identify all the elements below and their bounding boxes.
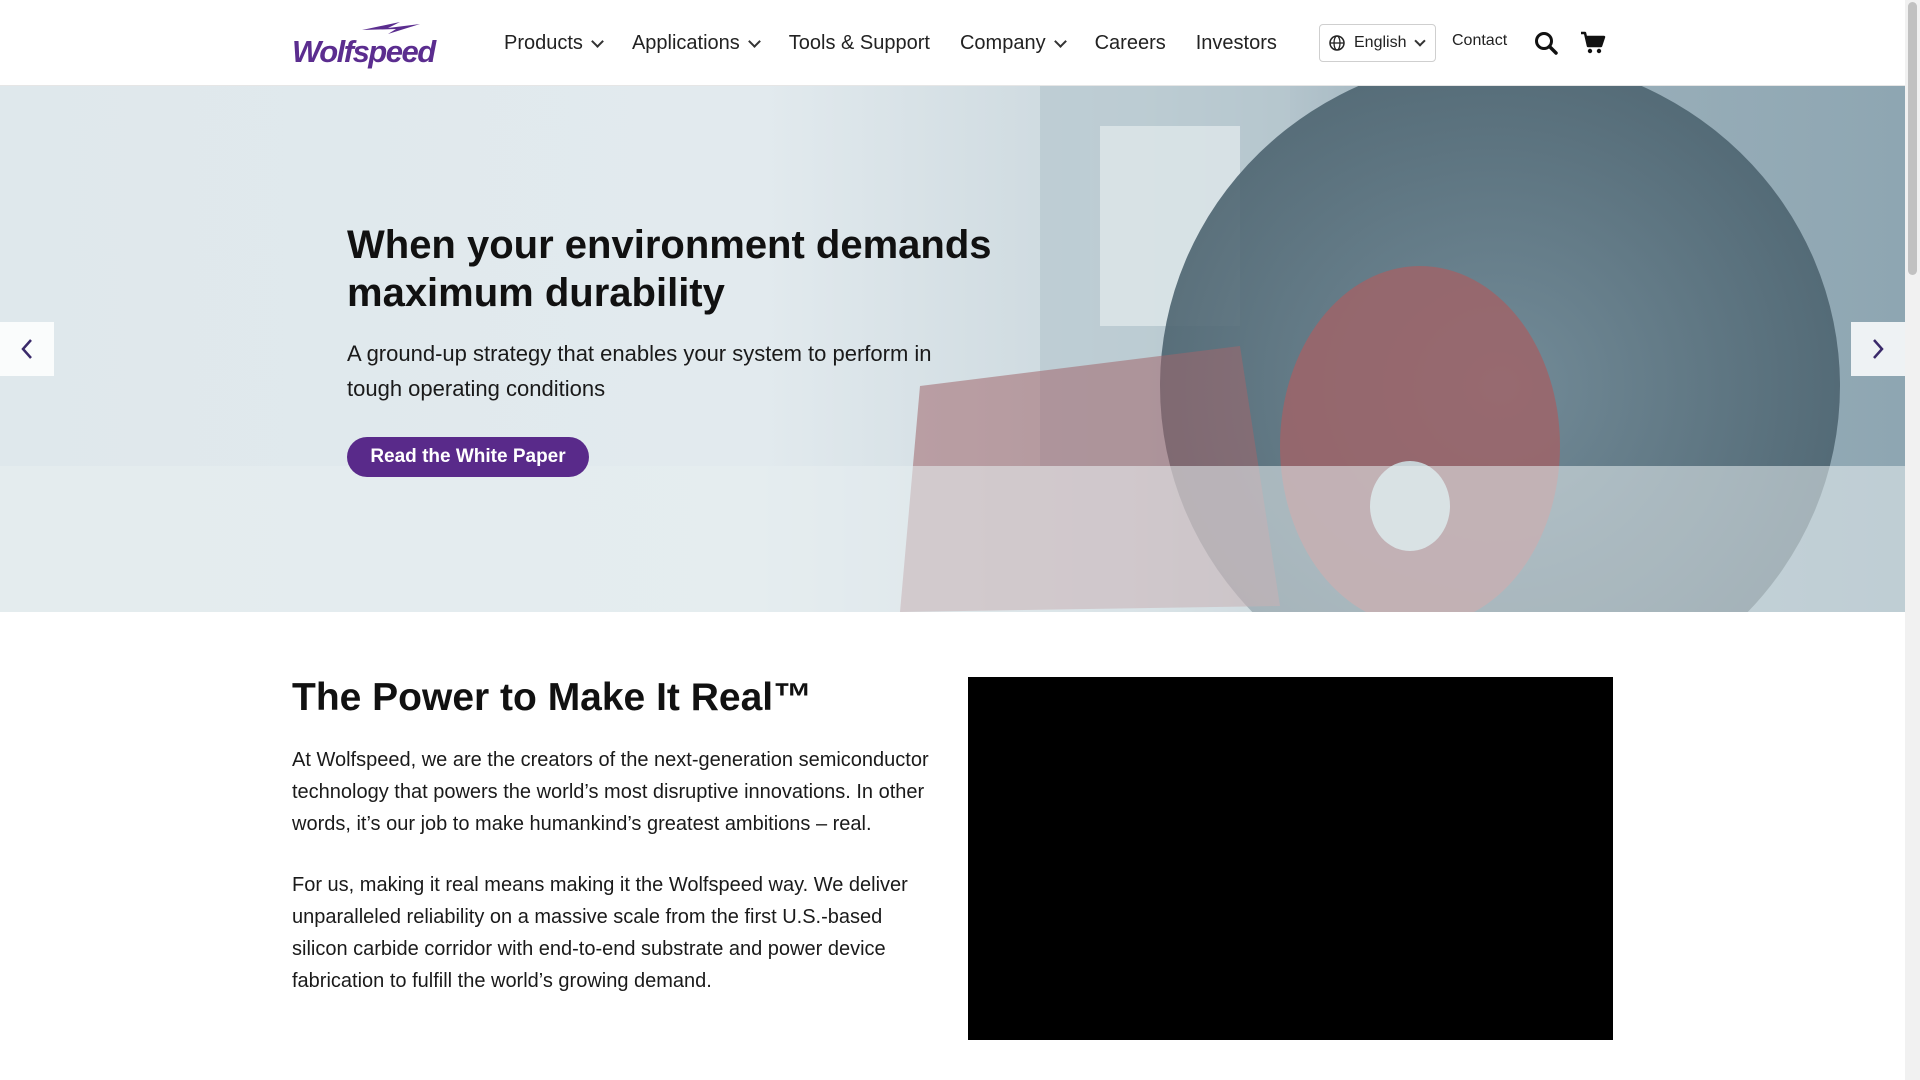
chevron-down-icon — [1053, 34, 1067, 48]
nav-investors[interactable]: Investors — [1196, 32, 1277, 55]
read-white-paper-button[interactable]: Read the White Paper — [347, 437, 589, 477]
cart-icon[interactable] — [1580, 30, 1606, 56]
main-nav: Products Applications Tools & Support Co… — [504, 0, 1307, 86]
page-scrollbar[interactable] — [1905, 0, 1920, 1080]
chevron-left-icon — [21, 339, 32, 359]
contact-link[interactable]: Contact — [1452, 32, 1507, 50]
chevron-down-icon — [1414, 35, 1427, 47]
intro-paragraph-2: For us, making it real means making it t… — [292, 874, 908, 992]
video-player[interactable] — [968, 677, 1613, 1040]
nav-investors-label: Investors — [1195, 31, 1277, 54]
language-select[interactable]: English — [1319, 24, 1436, 62]
logo-text: Wolfspeed — [292, 34, 436, 69]
carousel-next-button[interactable] — [1851, 322, 1905, 376]
chevron-down-icon — [591, 34, 604, 48]
chevron-down-icon — [747, 34, 761, 48]
intro-paragraph-1: At Wolfspeed, we are the creators of the… — [292, 749, 929, 835]
nav-tools-support[interactable]: Tools & Support — [789, 32, 930, 55]
nav-products[interactable]: Products — [504, 31, 604, 55]
nav-applications-label: Applications — [631, 31, 740, 54]
nav-careers-label: Careers — [1094, 31, 1166, 54]
hero-carousel: When your environment demands maximum du… — [0, 86, 1905, 612]
carousel-prev-button[interactable] — [0, 322, 54, 376]
nav-careers[interactable]: Careers — [1095, 32, 1166, 55]
nav-company[interactable]: Company — [959, 31, 1067, 55]
section-title: The Power to Make It Real™ — [292, 676, 813, 719]
site-header: Wolfspeed Products Applications Tools & … — [0, 0, 1905, 86]
wolfspeed-logo[interactable]: Wolfspeed — [292, 20, 436, 69]
language-label: English — [1354, 34, 1407, 51]
hero-subtitle: A ground-up strategy that enables your s… — [347, 341, 932, 401]
nav-products-label: Products — [504, 31, 583, 54]
chevron-right-icon — [1873, 339, 1884, 359]
nav-tools-support-label: Tools & Support — [788, 31, 930, 54]
hero-title: When your environment demands maximum du… — [347, 223, 992, 315]
scrollbar-thumb[interactable] — [1908, 2, 1917, 275]
nav-company-label: Company — [959, 31, 1046, 54]
globe-icon — [1329, 35, 1345, 51]
nav-applications[interactable]: Applications — [631, 31, 761, 55]
search-icon[interactable] — [1533, 30, 1559, 56]
